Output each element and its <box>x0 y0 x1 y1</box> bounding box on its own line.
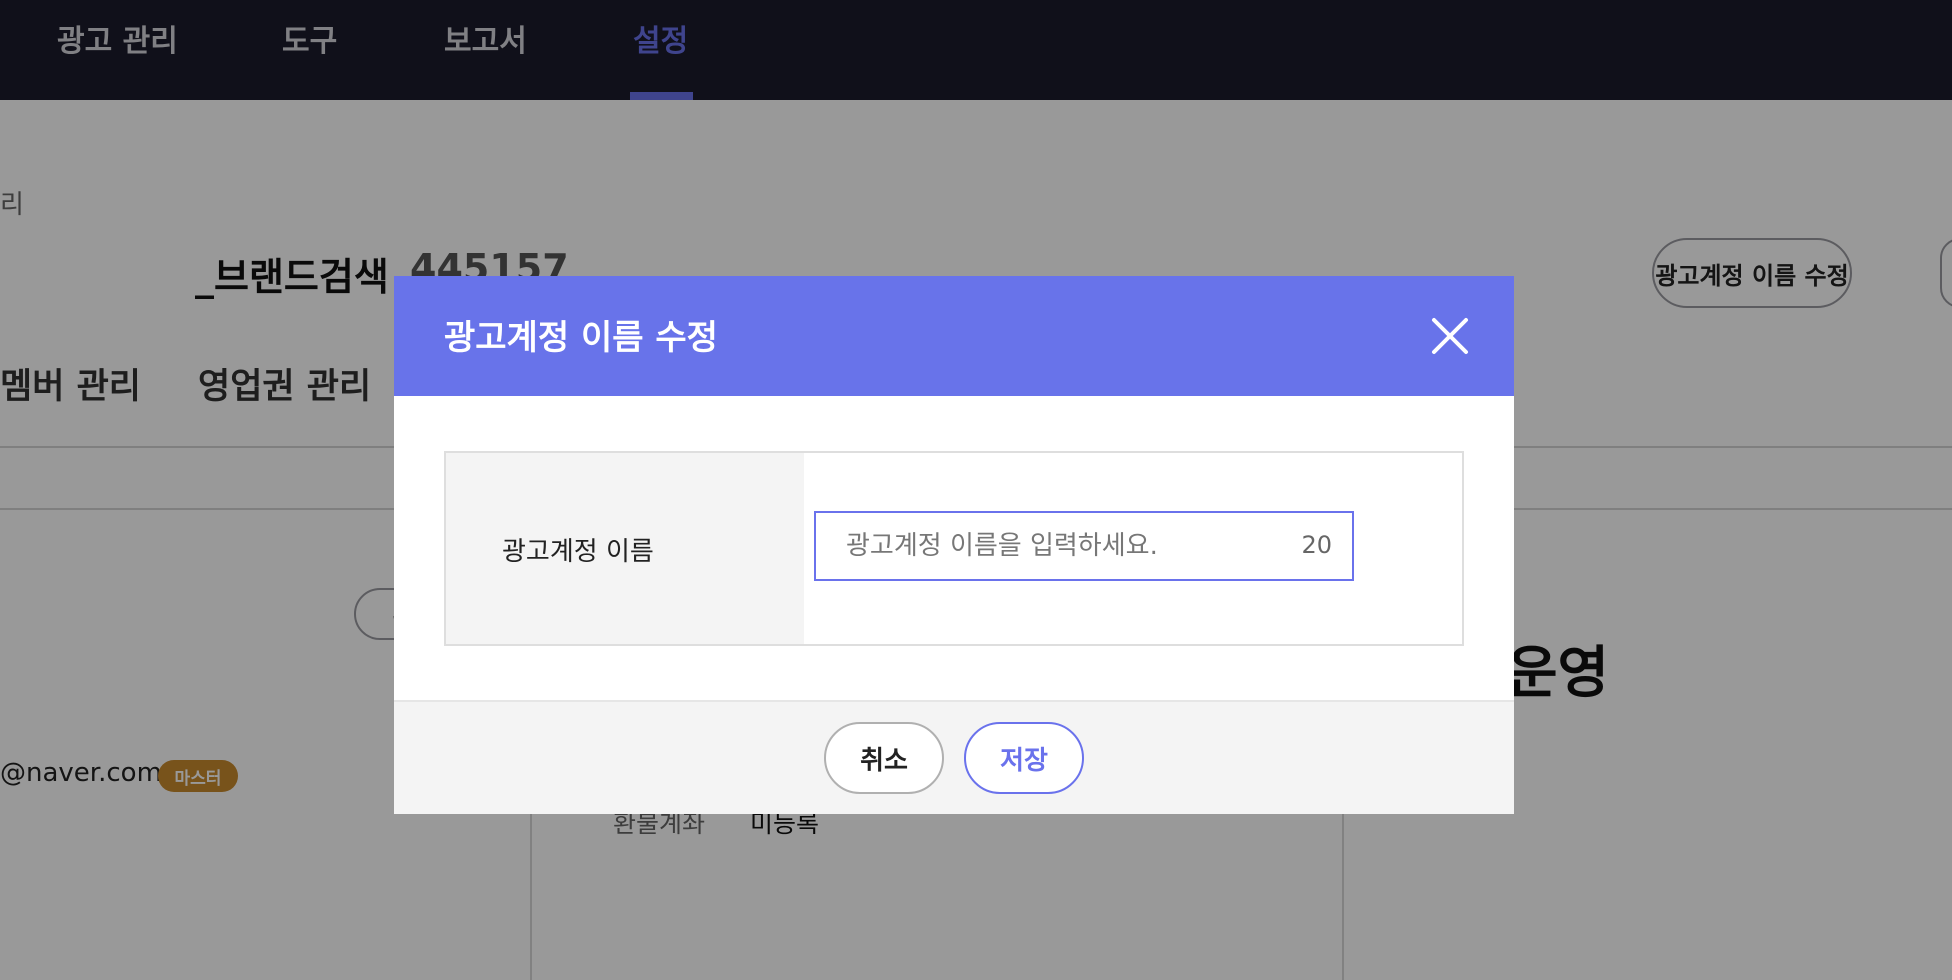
close-icon <box>1432 318 1468 354</box>
modal-title: 광고계정 이름 수정 <box>444 318 718 358</box>
cancel-button[interactable]: 취소 <box>824 722 944 794</box>
modal-footer: 취소 저장 <box>394 700 1514 814</box>
account-name-input[interactable] <box>816 513 1296 579</box>
modal-header: 광고계정 이름 수정 <box>394 276 1514 396</box>
character-counter: 20 <box>1301 531 1332 559</box>
form-label-cell: 광고계정 이름 <box>446 453 804 644</box>
rename-account-modal: 광고계정 이름 수정 광고계정 이름 20 취소 저장 <box>394 276 1514 814</box>
account-name-label: 광고계정 이름 <box>502 537 654 567</box>
account-name-field[interactable]: 20 <box>814 511 1354 581</box>
close-button[interactable] <box>1424 310 1476 362</box>
save-button[interactable]: 저장 <box>964 722 1084 794</box>
